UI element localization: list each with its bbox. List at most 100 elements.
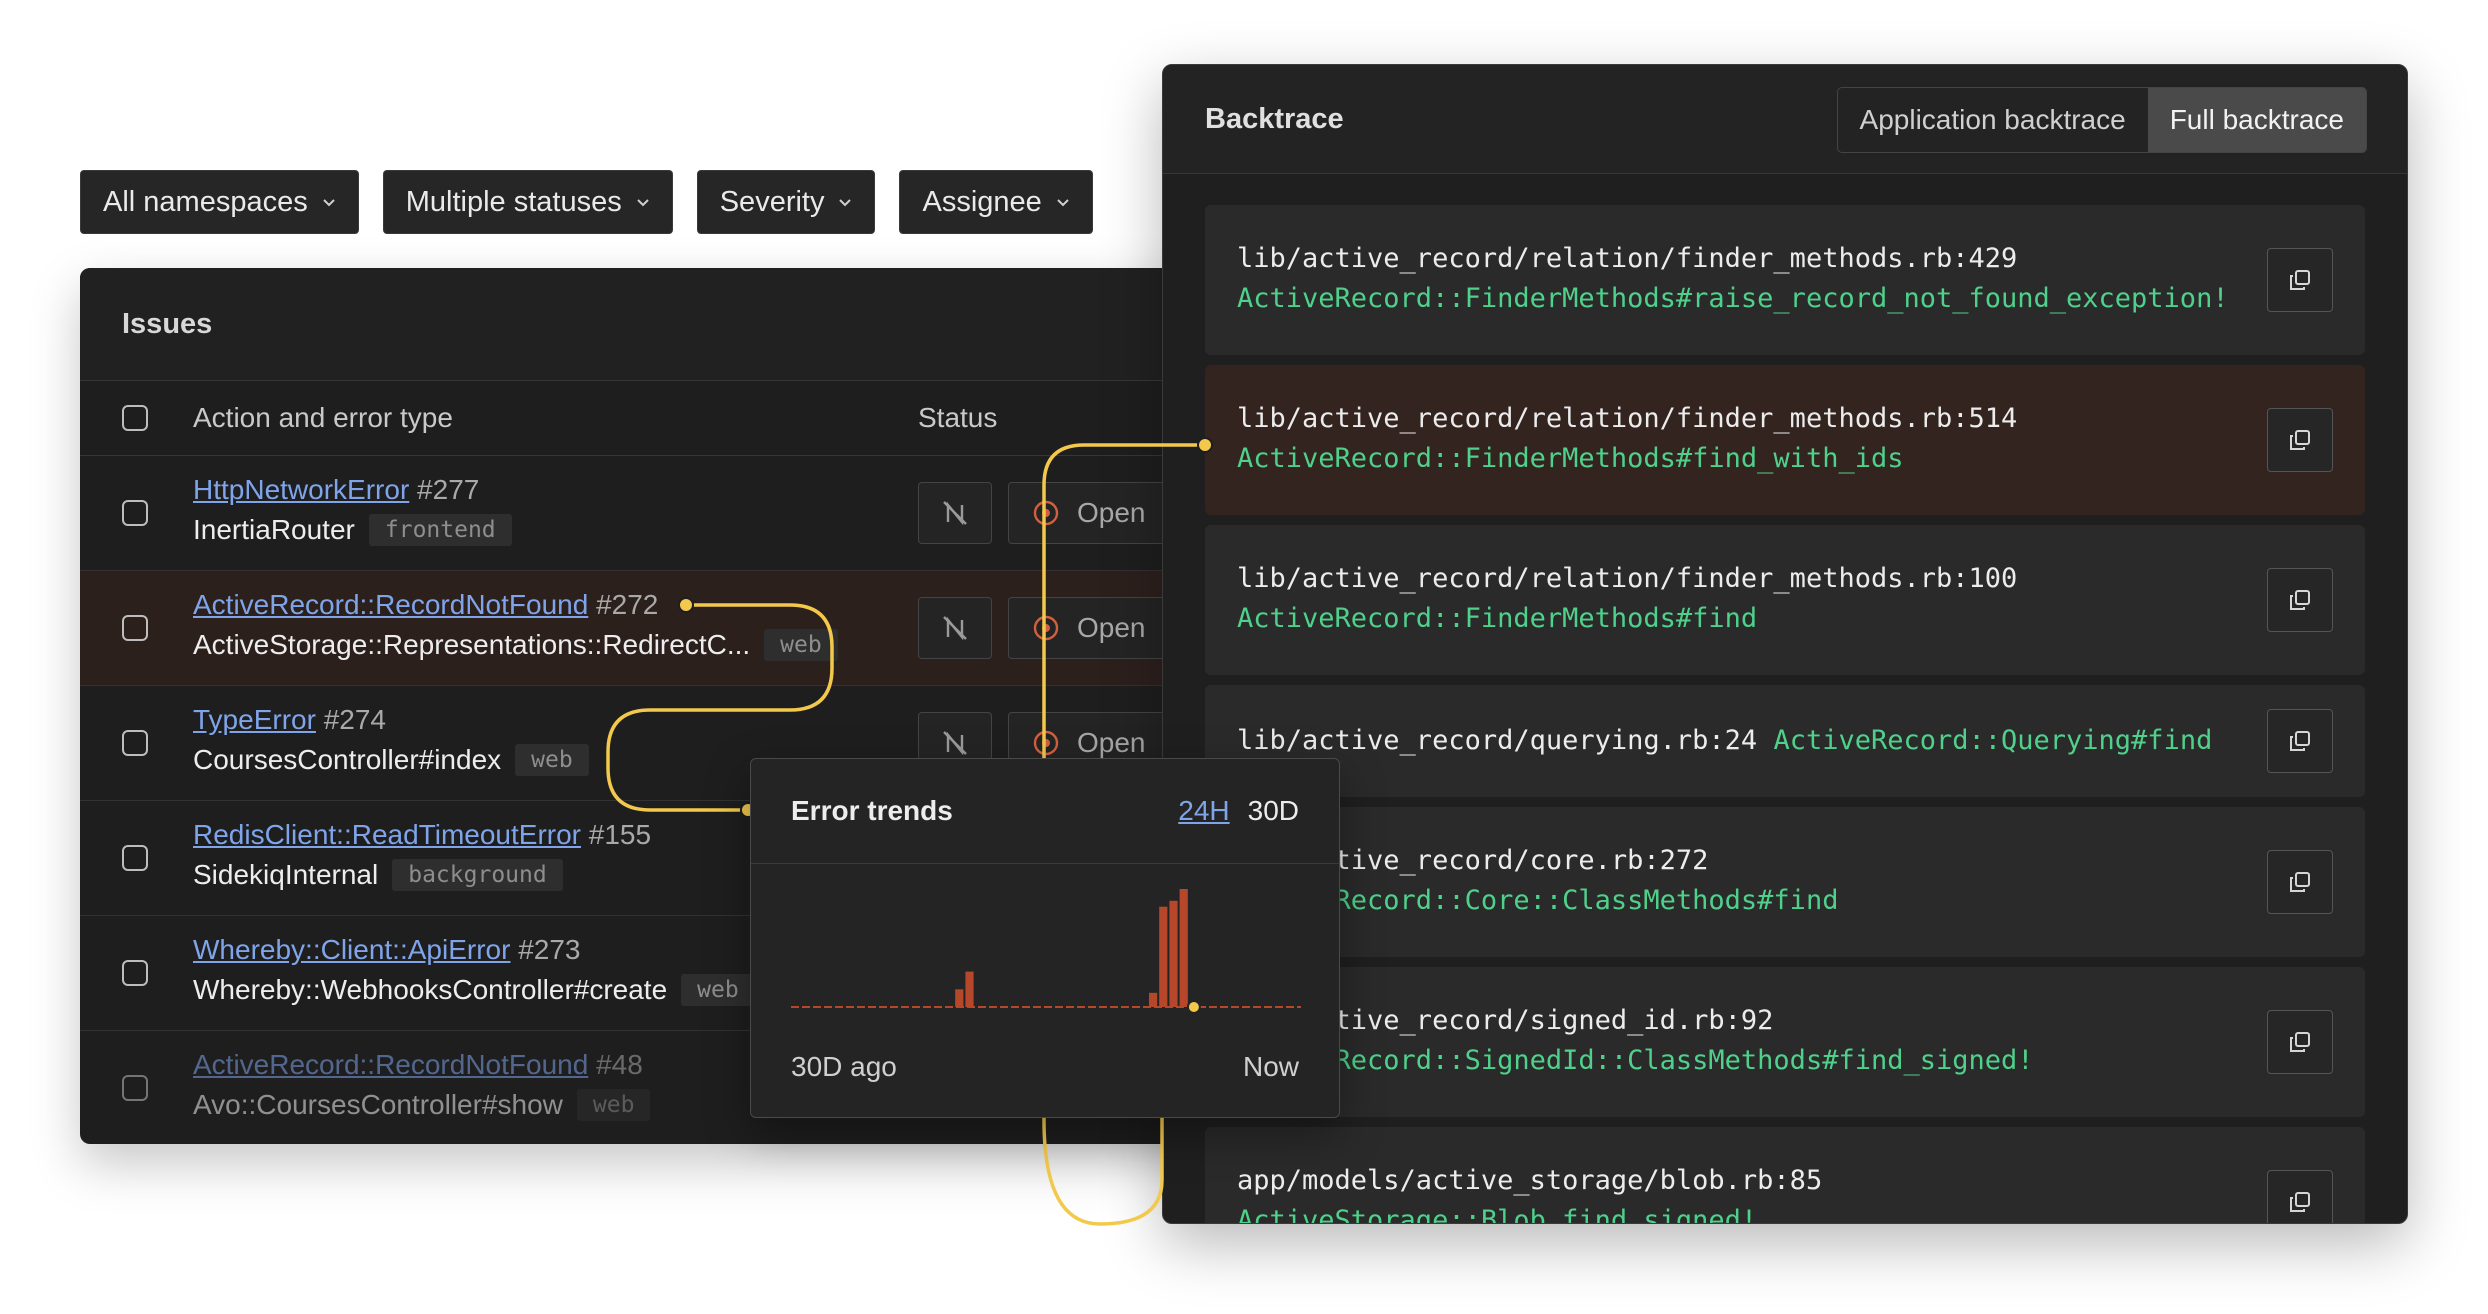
issue-row[interactable]: HttpNetworkError #277 InertiaRouter front… — [80, 456, 1220, 571]
backtrace-frame-highlighted: lib/active_record/relation/finder_method… — [1205, 365, 2365, 515]
issue-context-line: ActiveStorage::Representations::Redirect… — [193, 629, 838, 661]
issue-context: SidekiqInternal — [193, 859, 379, 890]
backtrace-panel: Backtrace Application backtrace Full bac… — [1162, 64, 2408, 1224]
frame-method: ActiveRecord::Querying#find — [1773, 725, 2213, 756]
namespace-tag: web — [681, 974, 755, 1006]
select-all-checkbox[interactable] — [122, 405, 148, 431]
namespace-filter[interactable]: All namespaces — [80, 170, 359, 234]
issue-error-link[interactable]: RedisClient::ReadTimeoutError — [193, 819, 581, 850]
issue-error-link[interactable]: ActiveRecord::RecordNotFound — [193, 1049, 588, 1080]
copy-icon — [2290, 1032, 2310, 1052]
issue-number: #277 — [417, 474, 480, 505]
trend-bar — [965, 971, 974, 1007]
issue-context-line: Avo::CoursesController#show web — [193, 1089, 651, 1121]
issue-context-line: Whereby::WebhooksController#create web — [193, 974, 755, 1006]
issue-context: InertiaRouter — [193, 514, 355, 545]
issue-title: RedisClient::ReadTimeoutError #155 — [193, 819, 651, 851]
assignee-filter[interactable]: Assignee — [899, 170, 1093, 234]
issues-header: Issues — [80, 268, 1220, 381]
issue-error-link[interactable]: HttpNetworkError — [193, 474, 409, 505]
copy-button[interactable] — [2267, 248, 2333, 312]
backtrace-mode-toggle: Application backtrace Full backtrace — [1836, 87, 2367, 153]
assignee-filter-label: Assignee — [922, 185, 1042, 218]
copy-icon — [2290, 590, 2310, 610]
row-checkbox[interactable] — [122, 960, 148, 986]
open-status-icon — [1033, 615, 1059, 641]
tab-application-backtrace[interactable]: Application backtrace — [1838, 88, 2148, 152]
row-checkbox[interactable] — [122, 845, 148, 871]
range-selector: 24H 30D — [1178, 795, 1299, 827]
chevron-down-icon — [1057, 199, 1069, 207]
backtrace-title: Backtrace — [1205, 102, 1344, 135]
issue-error-link[interactable]: ActiveRecord::RecordNotFound — [193, 589, 588, 620]
row-checkbox[interactable] — [122, 1075, 148, 1101]
chevron-down-icon — [637, 199, 649, 207]
row-checkbox[interactable] — [122, 615, 148, 641]
namespace-tag: web — [764, 629, 838, 661]
backtrace-frame: lib/active_record/relation/finder_method… — [1205, 525, 2365, 675]
copy-icon — [2290, 430, 2310, 450]
open-status-icon — [1033, 730, 1059, 756]
error-trends-title: Error trends — [791, 795, 953, 826]
frame-method: ActiveRecord::SignedId::ClassMethods#fin… — [1237, 1045, 2034, 1076]
tab-full-backtrace[interactable]: Full backtrace — [2147, 88, 2366, 152]
namespace-tag: web — [515, 744, 589, 776]
namespace-tag: frontend — [368, 514, 512, 546]
bell-off-icon — [943, 731, 967, 756]
namespace-tag: background — [392, 859, 563, 891]
frame-line: lib/active_record/querying.rb:24 ActiveR… — [1237, 725, 2212, 756]
status-label: Open — [1077, 612, 1146, 643]
bell-off-icon — [943, 616, 967, 641]
trend-start-label: 30D ago — [791, 1051, 897, 1082]
trend-marker — [1186, 1000, 1201, 1014]
copy-button[interactable] — [2267, 568, 2333, 632]
issue-number: #274 — [323, 704, 387, 735]
filter-bar: All namespaces Multiple statuses Severit… — [80, 170, 1093, 234]
namespace-filter-label: All namespaces — [103, 185, 308, 218]
copy-button[interactable] — [2267, 850, 2333, 914]
range-24h-link[interactable]: 24H — [1178, 795, 1229, 827]
issue-context: Whereby::WebhooksController#create — [193, 974, 668, 1005]
trend-bar — [1169, 900, 1178, 1007]
bell-off-icon — [943, 501, 967, 526]
error-trends-header: Error trends 24H 30D — [751, 759, 1339, 864]
status-label: Open — [1077, 497, 1146, 528]
backtrace-frame: lib/active_record/core.rb:272 ActiveReco… — [1205, 807, 2365, 957]
issue-row[interactable]: ActiveRecord::RecordNotFound #272 Active… — [80, 571, 1220, 686]
severity-filter[interactable]: Severity — [696, 170, 876, 234]
range-30d-option[interactable]: 30D — [1248, 795, 1299, 827]
copy-button[interactable] — [2267, 1170, 2333, 1223]
issue-context: Avo::CoursesController#show — [193, 1089, 563, 1120]
frame-method: ActiveStorage::Blob.find_signed! — [1237, 1205, 1758, 1224]
issue-error-link[interactable]: Whereby::Client::ApiError — [193, 934, 510, 965]
issue-number: #155 — [588, 819, 652, 850]
issue-title: TypeError #274 — [193, 704, 386, 736]
trend-bar — [1149, 992, 1158, 1007]
trend-bar — [1159, 906, 1168, 1007]
copy-button[interactable] — [2267, 408, 2333, 472]
backtrace-frame: lib/active_record/querying.rb:24 ActiveR… — [1205, 685, 2365, 797]
issue-title: ActiveRecord::RecordNotFound #48 — [193, 1049, 643, 1081]
backtrace-header: Backtrace Application backtrace Full bac… — [1163, 65, 2407, 174]
row-checkbox[interactable] — [122, 730, 148, 756]
copy-button[interactable] — [2267, 1010, 2333, 1074]
backtrace-frame: lib/active_record/signed_id.rb:92 Active… — [1205, 967, 2365, 1117]
open-status-icon — [1033, 500, 1059, 526]
copy-button[interactable] — [2267, 709, 2333, 773]
frame-path: lib/active_record/relation/finder_method… — [1237, 563, 2018, 594]
trend-bar — [1179, 889, 1188, 1007]
chevron-down-icon — [839, 199, 852, 207]
issue-title: HttpNetworkError #277 — [193, 474, 479, 506]
mute-button[interactable] — [918, 597, 992, 659]
trend-bar — [955, 989, 964, 1007]
status-label: Open — [1077, 727, 1146, 758]
issue-number: #272 — [596, 589, 659, 620]
mute-button[interactable] — [918, 482, 992, 544]
frame-path: lib/active_record/querying.rb:24 — [1237, 725, 1758, 756]
namespace-tag: web — [576, 1089, 651, 1121]
frame-method: ActiveRecord::FinderMethods#raise_record… — [1237, 283, 2229, 314]
row-checkbox[interactable] — [122, 500, 148, 526]
issue-error-link[interactable]: TypeError — [193, 704, 316, 735]
issue-number: #48 — [596, 1049, 643, 1080]
status-filter[interactable]: Multiple statuses — [382, 170, 673, 234]
